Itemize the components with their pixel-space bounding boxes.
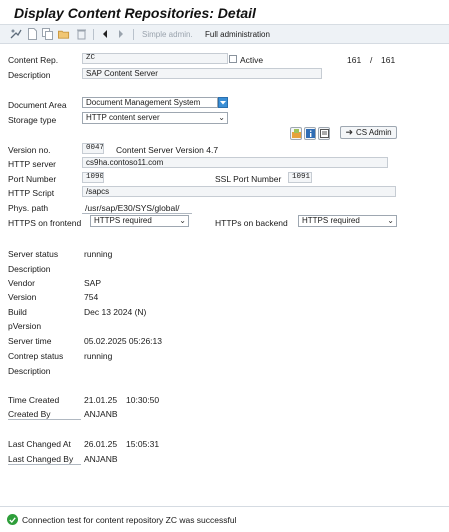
- ssl-port-field[interactable]: 1091: [288, 172, 312, 183]
- status-message[interactable]: Connection test for content repository Z…: [22, 515, 236, 525]
- page-total: 161: [381, 55, 396, 65]
- last-changed-by-underline: [8, 464, 81, 465]
- https-backend-value: HTTPS required: [302, 216, 360, 225]
- version-text: Content Server Version 4.7: [116, 145, 219, 155]
- https-backend-select[interactable]: HTTPS required ⌄: [298, 215, 397, 227]
- phys-path-value: /usr/sap/E30/SYS/global/: [85, 203, 180, 213]
- server-version-label: Version: [8, 292, 37, 302]
- created-by-value: ANJANB: [84, 409, 118, 419]
- vendor-value: SAP: [84, 278, 102, 288]
- time-created-date: 21.01.25: [84, 395, 118, 405]
- chevron-down-icon: ⌄: [387, 216, 394, 225]
- next-entry-icon[interactable]: [115, 28, 127, 40]
- last-changed-by-value: ANJANB: [84, 454, 118, 464]
- http-server-label: HTTP server: [8, 159, 57, 169]
- storage-type-select[interactable]: HTTP content server ⌄: [82, 112, 228, 124]
- server-status-label: Server status: [8, 249, 59, 259]
- phys-path-label: Phys. path: [8, 203, 49, 213]
- document-details-icon[interactable]: [318, 127, 330, 140]
- created-by-label: Created By: [8, 409, 51, 419]
- status-bar: Connection test for content repository Z…: [0, 506, 449, 532]
- last-changed-by-label: Last Changed By: [8, 454, 74, 464]
- cs-admin-arrow-icon: ➜: [345, 127, 353, 137]
- last-changed-date: 26.01.25: [84, 439, 118, 449]
- version-no-field[interactable]: 0047: [82, 143, 104, 154]
- active-checkbox[interactable]: [229, 55, 237, 63]
- server-description-label: Description: [8, 264, 51, 274]
- toolbar-separator: [133, 29, 134, 40]
- created-by-underline: [8, 419, 81, 420]
- time-created-label: Time Created: [8, 395, 60, 405]
- toggle-display-change-icon[interactable]: [10, 28, 22, 40]
- full-administration-button[interactable]: Full administration: [205, 30, 270, 39]
- vendor-label: Vendor: [8, 278, 35, 288]
- create-icon[interactable]: [26, 28, 38, 40]
- cache-icon[interactable]: [290, 127, 302, 140]
- build-value: Dec 13 2024 (N): [84, 307, 147, 317]
- server-time-label: Server time: [8, 336, 52, 346]
- storage-type-label: Storage type: [8, 115, 57, 125]
- port-number-label: Port Number: [8, 174, 57, 184]
- active-label: Active: [240, 55, 264, 65]
- toolbar-separator: [93, 29, 94, 40]
- description-field[interactable]: SAP Content Server: [82, 68, 322, 79]
- version-no-label: Version no.: [8, 145, 51, 155]
- success-check-icon: [7, 514, 18, 525]
- page-separator: /: [370, 55, 373, 65]
- simple-admin-button[interactable]: Simple admin.: [142, 30, 193, 39]
- content-rep-field[interactable]: ZC: [82, 53, 228, 64]
- title-bar: Display Content Repositories: Detail: [0, 0, 449, 25]
- server-time-value: 05.02.2025 05:26:13: [84, 336, 162, 346]
- https-frontend-select[interactable]: HTTPS required ⌄: [90, 215, 189, 227]
- contrep-status-value: running: [84, 351, 113, 361]
- https-backend-label: HTTPs on backend: [215, 218, 288, 228]
- time-created-time: 10:30:50: [126, 395, 160, 405]
- document-area-dropdown-icon[interactable]: [218, 97, 228, 108]
- copy-icon[interactable]: [42, 28, 54, 40]
- last-changed-at-label: Last Changed At: [8, 439, 71, 449]
- delete-icon[interactable]: [75, 28, 87, 40]
- application-toolbar: Simple admin. Full administration: [0, 25, 449, 44]
- storage-type-value: HTTP content server: [86, 113, 160, 122]
- phys-path-underline: [82, 213, 192, 214]
- port-number-field[interactable]: 1090: [82, 172, 104, 183]
- page-current: 161: [347, 55, 362, 65]
- information-icon[interactable]: [304, 127, 316, 140]
- last-changed-time: 15:05:31: [126, 439, 160, 449]
- http-server-field[interactable]: cs9ha.contoso11.com: [82, 157, 388, 168]
- document-area-label: Document Area: [8, 100, 67, 110]
- build-label: Build: [8, 307, 27, 317]
- chevron-down-icon: ⌄: [218, 113, 225, 122]
- description-label: Description: [8, 70, 51, 80]
- https-frontend-value: HTTPS required: [94, 216, 152, 225]
- content-rep-label: Content Rep.: [8, 55, 59, 65]
- https-frontend-label: HTTPS on frontend: [8, 218, 82, 228]
- chevron-down-icon: ⌄: [179, 216, 186, 225]
- cs-admin-label: CS Admin: [355, 128, 392, 137]
- contrep-status-label: Contrep status: [8, 351, 64, 361]
- http-script-field[interactable]: /sapcs: [82, 186, 396, 197]
- open-folder-icon[interactable]: [58, 28, 70, 40]
- server-status-value: running: [84, 249, 113, 259]
- server-version-value: 754: [84, 292, 99, 302]
- document-area-field[interactable]: Document Management System: [82, 97, 218, 108]
- pversion-label: pVersion: [8, 321, 42, 331]
- previous-entry-icon[interactable]: [99, 28, 111, 40]
- contrep-description-label: Description: [8, 366, 51, 376]
- cs-admin-button[interactable]: ➜ CS Admin: [340, 126, 397, 139]
- ssl-port-label: SSL Port Number: [215, 174, 282, 184]
- page-title: Display Content Repositories: Detail: [14, 5, 256, 21]
- http-script-label: HTTP Script: [8, 188, 55, 198]
